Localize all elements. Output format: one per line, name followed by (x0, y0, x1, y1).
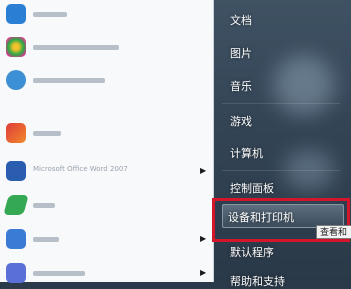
submenu-arrow-icon: ▶ (200, 166, 207, 175)
glass-reflection (274, 55, 334, 115)
place-pictures[interactable]: 图片 (230, 45, 252, 61)
place-default-programs[interactable]: 默认程序 (230, 244, 274, 260)
place-games[interactable]: 游戏 (230, 113, 252, 129)
program-label-blurred (33, 271, 85, 276)
program-item-7[interactable]: ▶ (0, 225, 213, 255)
program-item-6[interactable] (0, 191, 213, 221)
app-icon (6, 123, 26, 143)
program-item-8[interactable]: ▶ (0, 259, 213, 289)
app-icon (6, 4, 26, 24)
start-menu-program-list: Microsoft Office Word 2007 ▶ ▶ ▶ (0, 0, 214, 283)
submenu-arrow-icon: ▶ (200, 234, 207, 243)
place-music[interactable]: 音乐 (230, 78, 252, 94)
place-computer[interactable]: 计算机 (230, 145, 263, 161)
place-control-panel[interactable]: 控制面板 (230, 180, 274, 196)
app-icon (3, 195, 29, 215)
program-label-blurred (33, 78, 105, 83)
program-label-blurred (33, 12, 67, 17)
tooltip: 查看和 (316, 225, 351, 239)
program-label-blurred (33, 203, 55, 208)
program-label: Microsoft Office Word 2007 (33, 165, 128, 173)
submenu-arrow-icon: ▶ (200, 268, 207, 277)
place-documents[interactable]: 文档 (230, 12, 252, 28)
app-icon (6, 263, 26, 283)
program-item-2[interactable] (0, 33, 213, 63)
program-item-1[interactable] (0, 0, 213, 30)
app-icon (6, 37, 26, 57)
program-label-blurred (33, 237, 59, 242)
program-label-blurred (33, 131, 61, 136)
app-icon (6, 70, 26, 90)
separator (222, 103, 340, 104)
program-item-4[interactable] (0, 119, 213, 149)
program-item-3[interactable] (0, 66, 213, 96)
program-label-blurred (33, 45, 119, 50)
separator (222, 170, 340, 171)
place-help-and-support[interactable]: 帮助和支持 (230, 273, 285, 289)
app-icon (6, 229, 26, 249)
program-item-word[interactable]: Microsoft Office Word 2007 ▶ (0, 157, 213, 187)
word-icon (6, 161, 26, 181)
